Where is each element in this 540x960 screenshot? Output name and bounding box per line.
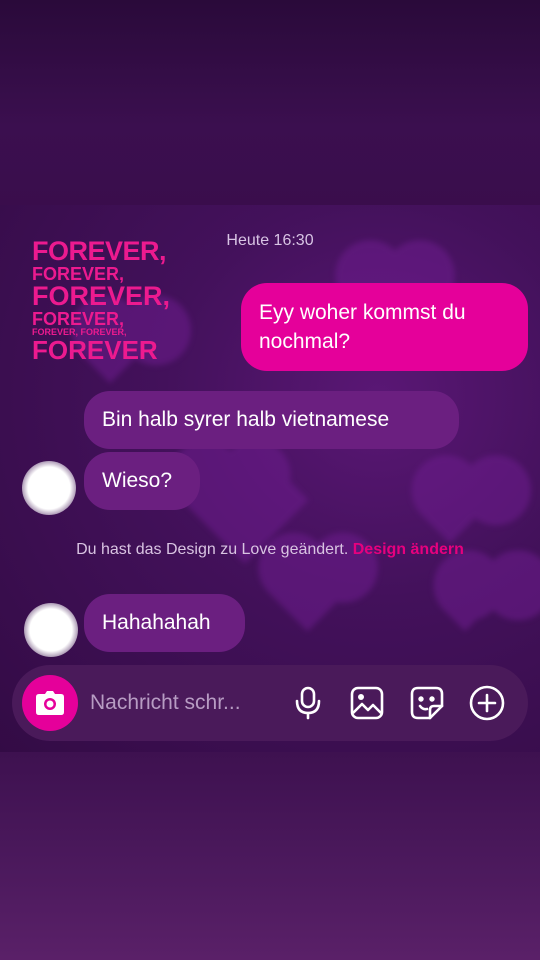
microphone-button[interactable] — [288, 683, 328, 723]
outgoing-message-bubble[interactable]: Eyy woher kommst du nochmal? — [241, 283, 528, 371]
contact-avatar[interactable] — [22, 461, 76, 515]
add-icon — [469, 685, 505, 721]
incoming-message-bubble[interactable]: Bin halb syrer halb vietnamese — [84, 391, 459, 449]
sticker-icon — [410, 686, 444, 720]
theme-notice-text: Du hast das Design zu Love geändert. — [76, 541, 349, 558]
theme-change-notice: Du hast das Design zu Love geändert. Des… — [0, 541, 540, 559]
change-design-link[interactable]: Design ändern — [353, 541, 464, 558]
add-button[interactable] — [467, 683, 507, 723]
gallery-button[interactable] — [347, 683, 387, 723]
sticker-line: FOREVER, — [32, 281, 171, 311]
message-composer — [12, 665, 528, 741]
camera-icon — [36, 691, 64, 715]
sticker-line: FOREVER, — [32, 309, 125, 329]
contact-avatar[interactable] — [24, 603, 78, 657]
message-input[interactable] — [90, 683, 280, 723]
incoming-message-bubble[interactable]: Hahahahah — [84, 594, 245, 652]
gallery-icon — [350, 686, 384, 720]
message-timestamp: Heute 16:30 — [226, 232, 314, 249]
forever-sticker: FOREVER, FOREVER, FOREVER, FOREVER, FORE… — [32, 238, 172, 365]
microphone-icon — [295, 686, 321, 720]
sticker-button[interactable] — [407, 683, 447, 723]
bottom-background — [0, 752, 540, 960]
incoming-message-bubble[interactable]: Wieso? — [84, 452, 200, 510]
camera-button[interactable] — [22, 675, 78, 731]
heart-decoration — [268, 553, 347, 632]
sticker-line: FOREVER — [32, 335, 158, 365]
heart-decoration — [421, 486, 479, 544]
heart-decoration — [443, 588, 487, 632]
top-background — [0, 0, 540, 210]
